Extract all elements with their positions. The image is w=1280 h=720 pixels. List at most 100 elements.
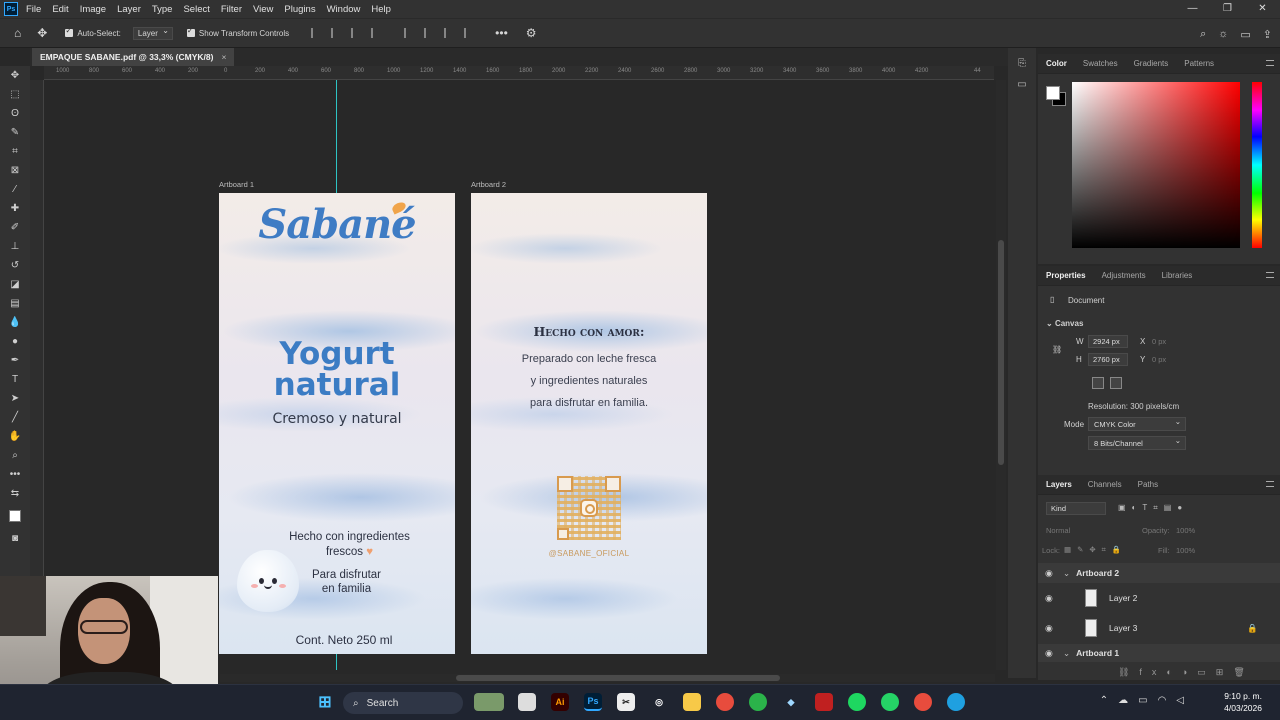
tab-swatches[interactable]: Swatches [1083, 59, 1118, 68]
move-tool-icon[interactable]: ✥ [37, 26, 47, 40]
line-tool-icon[interactable]: ╱ [0, 408, 30, 427]
visibility-eye-icon[interactable]: ◉ [1045, 648, 1057, 659]
search-icon[interactable]: ⌕ [1200, 28, 1206, 41]
restore-button[interactable]: ❐ [1210, 0, 1245, 18]
edit-toolbar-icon[interactable]: ••• [0, 465, 30, 484]
davinci-icon[interactable]: ◎ [650, 693, 668, 711]
capcut-icon[interactable]: ✂ [617, 693, 635, 711]
steam-icon[interactable]: ◆ [782, 693, 800, 711]
windows-start-icon[interactable]: ⊞ [316, 693, 334, 711]
tab-adjustments[interactable]: Adjustments [1102, 271, 1146, 280]
history-brush-tool-icon[interactable]: ↺ [0, 256, 30, 275]
layer-filter-kind[interactable]: Kind [1046, 502, 1106, 515]
menu-layer[interactable]: Layer [117, 4, 141, 15]
panel-menu-icon[interactable] [1266, 60, 1274, 66]
blend-mode-select[interactable]: Normal [1046, 526, 1070, 535]
blur-tool-icon[interactable]: 💧 [0, 313, 30, 332]
spotify-icon[interactable] [848, 693, 866, 711]
marquee-tool-icon[interactable]: ⬚ [0, 85, 30, 104]
artboard-1-label[interactable]: Artboard 1 [219, 180, 254, 189]
lock-icons[interactable]: ▦✎✥⌗🔒 [1064, 545, 1127, 555]
menu-plugins[interactable]: Plugins [284, 4, 315, 15]
menu-view[interactable]: View [253, 4, 273, 15]
clone-stamp-tool-icon[interactable]: ⊥ [0, 237, 30, 256]
close-tab-icon[interactable]: × [221, 52, 226, 62]
workspace-icon[interactable]: ▭ [1240, 28, 1250, 41]
artboard-1[interactable]: Sabané Yogurt natural Cremoso y natural … [219, 193, 455, 654]
artboard-2-label[interactable]: Artboard 2 [471, 180, 506, 189]
illustrator-icon[interactable]: Ai [551, 693, 569, 711]
canvas-section-header[interactable]: ⌄ Canvas [1046, 319, 1083, 328]
tab-color[interactable]: Color [1046, 59, 1067, 68]
eyedropper-tool-icon[interactable]: ⁄ [0, 180, 30, 199]
widgets-icon[interactable] [474, 693, 504, 711]
horizontal-scrollbar[interactable] [220, 674, 995, 682]
visibility-eye-icon[interactable]: ◉ [1045, 568, 1057, 579]
menu-select[interactable]: Select [183, 4, 209, 15]
lasso-tool-icon[interactable]: ʘ [0, 104, 30, 123]
hand-tool-icon[interactable]: ✋ [0, 427, 30, 446]
fill-field[interactable]: 100% [1176, 546, 1195, 555]
layer-row-artboard-2[interactable]: ◉ ⌄ Artboard 2 [1038, 563, 1280, 583]
scrollbar-thumb[interactable] [456, 675, 780, 681]
chrome-icon[interactable] [716, 693, 734, 711]
auto-select-checkbox[interactable]: Auto-Select: [65, 26, 121, 38]
whatsapp-icon[interactable] [881, 693, 899, 711]
opacity-field[interactable]: 100% [1176, 526, 1195, 535]
swap-colors-icon[interactable]: ⇆ [0, 484, 30, 503]
pen-tool-icon[interactable]: ✒ [0, 351, 30, 370]
tab-libraries[interactable]: Libraries [1162, 271, 1193, 280]
onedrive-icon[interactable]: ☁ [1118, 695, 1128, 706]
tab-layers[interactable]: Layers [1046, 480, 1072, 489]
landscape-orientation-icon[interactable] [1110, 377, 1122, 389]
menu-help[interactable]: Help [371, 4, 391, 15]
tab-patterns[interactable]: Patterns [1184, 59, 1214, 68]
edge-icon[interactable] [947, 693, 965, 711]
taskbar-search[interactable]: ⌕ Search [343, 692, 463, 714]
tab-channels[interactable]: Channels [1088, 480, 1122, 489]
home-icon[interactable]: ⌂ [14, 26, 21, 40]
align-left-icon[interactable] [311, 28, 321, 38]
layer-row-artboard-1[interactable]: ◉ ⌄ Artboard 1 [1038, 644, 1280, 662]
menu-window[interactable]: Window [327, 4, 361, 15]
layer-row-layer-2[interactable]: ◉ Layer 2 [1038, 585, 1280, 611]
visibility-eye-icon[interactable]: ◉ [1045, 623, 1057, 634]
frame-tool-icon[interactable]: ⊠ [0, 161, 30, 180]
file-explorer-icon[interactable] [683, 693, 701, 711]
type-tool-icon[interactable]: T [0, 370, 30, 389]
vertical-scrollbar[interactable] [996, 80, 1006, 670]
share-icon[interactable]: ⇪ [1263, 28, 1272, 41]
y-field[interactable]: 0 px [1152, 355, 1166, 364]
dodge-tool-icon[interactable]: ● [0, 332, 30, 351]
menu-type[interactable]: Type [152, 4, 173, 15]
distribute-icon[interactable] [371, 28, 381, 38]
align-top-icon[interactable] [404, 28, 414, 38]
color-picker-field[interactable] [1072, 82, 1240, 248]
hue-slider[interactable] [1252, 82, 1262, 248]
panel-menu-icon[interactable] [1266, 272, 1274, 278]
tab-properties[interactable]: Properties [1046, 271, 1086, 280]
upwork-icon[interactable] [749, 693, 767, 711]
foreground-color-swatch[interactable] [1046, 86, 1060, 100]
chevron-down-icon[interactable]: ⌄ [1063, 648, 1070, 659]
chrome-profile-icon[interactable] [914, 693, 932, 711]
width-field[interactable]: 2924 px [1088, 335, 1128, 348]
layer-filter-icons[interactable]: ▣◐T⌗▤● [1118, 503, 1188, 513]
pdf-reader-icon[interactable] [815, 693, 833, 711]
history-panel-icon[interactable]: ⎘ [1008, 58, 1036, 69]
layer-actions-bar[interactable]: ⛓fx◐◑▭⊞🗑 [1118, 667, 1255, 678]
panel-menu-icon[interactable] [1266, 481, 1274, 487]
comments-panel-icon[interactable]: ▭ [1008, 79, 1036, 90]
chevron-down-icon[interactable]: ⌄ [1063, 568, 1070, 579]
path-selection-tool-icon[interactable]: ➤ [0, 389, 30, 408]
menu-filter[interactable]: Filter [221, 4, 242, 15]
gear-icon[interactable]: ⚙ [526, 26, 537, 40]
mode-select[interactable]: CMYK Color [1088, 417, 1186, 431]
align-bottom-icon[interactable] [444, 28, 454, 38]
link-icon[interactable]: ⛓ [1052, 345, 1062, 354]
crop-tool-icon[interactable]: ⌗ [0, 142, 30, 161]
brush-tool-icon[interactable]: ✐ [0, 218, 30, 237]
tab-paths[interactable]: Paths [1138, 480, 1158, 489]
chevron-up-icon[interactable]: ⌃ [1100, 695, 1108, 706]
object-selection-tool-icon[interactable]: ✎ [0, 123, 30, 142]
